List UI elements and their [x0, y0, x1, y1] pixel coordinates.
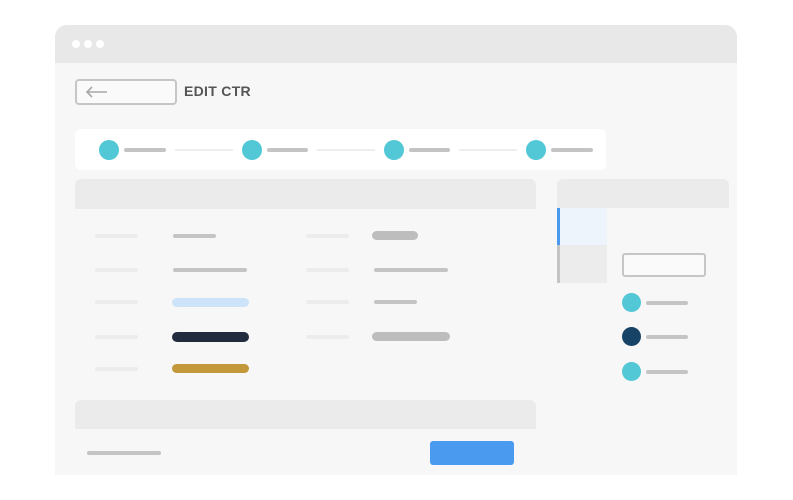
- side-input-field[interactable]: [622, 253, 706, 277]
- row-5-label: [95, 367, 138, 371]
- arrow-left-icon: [85, 86, 107, 98]
- window-title-bar: [55, 25, 737, 63]
- step-connector: [459, 149, 517, 151]
- browser-window: EDIT CTR: [55, 25, 737, 475]
- table-footer: [75, 400, 536, 429]
- window-control-dot[interactable]: [84, 40, 92, 48]
- legend-label-1: [646, 301, 688, 305]
- step-3-label-placeholder: [409, 148, 450, 152]
- tab-indicator: [557, 245, 560, 283]
- row-2-field-value: [374, 268, 448, 272]
- step-4-label-placeholder: [551, 148, 593, 152]
- legend-dot-navy: [622, 327, 641, 346]
- window-control-dot[interactable]: [72, 40, 80, 48]
- row-4-label: [95, 335, 138, 339]
- row-2-value: [173, 268, 247, 272]
- footer-text-placeholder: [87, 451, 161, 455]
- table-header: [75, 179, 536, 209]
- step-connector: [317, 149, 375, 151]
- page-title: EDIT CTR: [184, 83, 251, 99]
- legend-label-2: [646, 335, 688, 339]
- step-2-indicator[interactable]: [242, 140, 262, 160]
- primary-action-button[interactable]: [430, 441, 514, 465]
- row-3-label: [95, 300, 138, 304]
- step-2-label-placeholder: [267, 148, 308, 152]
- row-2-label: [95, 268, 138, 272]
- legend-dot-teal: [622, 293, 641, 312]
- legend-dot-teal: [622, 362, 641, 381]
- step-1-indicator[interactable]: [99, 140, 119, 160]
- row-1-value: [173, 234, 216, 238]
- row-3-field-value: [374, 300, 417, 304]
- row-1-field-label: [306, 234, 349, 238]
- back-button[interactable]: [75, 79, 177, 105]
- row-3-value-tag: [172, 298, 249, 307]
- step-4-indicator[interactable]: [526, 140, 546, 160]
- row-4-field-label: [306, 335, 349, 339]
- window-control-dot[interactable]: [96, 40, 104, 48]
- side-panel-header: [557, 179, 729, 208]
- row-3-field-label: [306, 300, 349, 304]
- step-connector: [175, 149, 233, 151]
- row-5-value-tag: [172, 364, 249, 373]
- step-3-indicator[interactable]: [384, 140, 404, 160]
- row-1-label: [95, 234, 138, 238]
- step-1-label-placeholder: [124, 148, 166, 152]
- legend-label-3: [646, 370, 688, 374]
- row-4-field-value: [372, 332, 450, 341]
- side-tab-active[interactable]: [557, 208, 607, 245]
- row-4-value-tag: [172, 332, 249, 342]
- side-tab[interactable]: [557, 245, 607, 283]
- row-2-field-label: [306, 268, 349, 272]
- row-1-field-value: [372, 231, 418, 240]
- progress-stepper: [75, 129, 606, 170]
- active-tab-indicator: [557, 208, 560, 245]
